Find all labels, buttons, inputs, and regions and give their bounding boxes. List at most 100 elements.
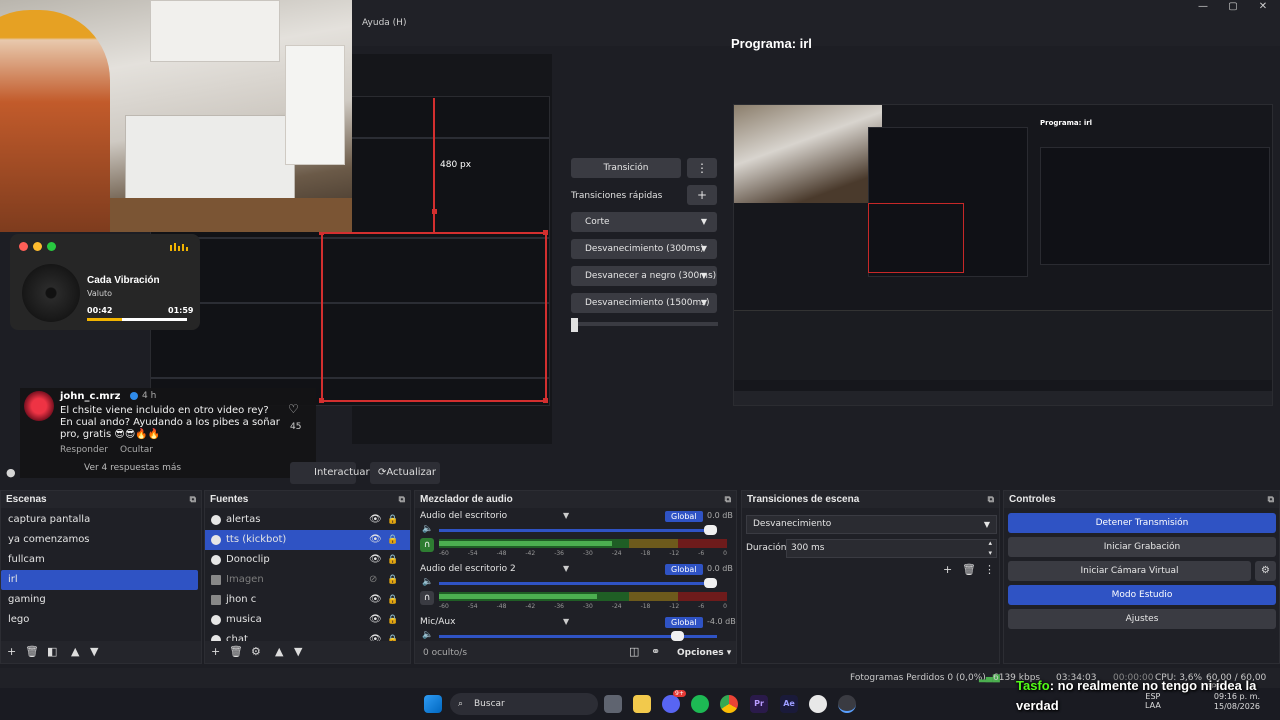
- task-view-icon[interactable]: [604, 695, 622, 713]
- scene-item[interactable]: fullcam: [1, 550, 201, 570]
- source-item[interactable]: alertas 👁 🔒: [205, 510, 410, 530]
- discord-icon[interactable]: [662, 695, 680, 713]
- volume-knob[interactable]: [704, 525, 717, 535]
- chevron-down-icon[interactable]: ▼: [90, 645, 98, 658]
- studio-mode-button[interactable]: Modo Estudio: [1008, 585, 1276, 605]
- quick-transition-cut[interactable]: Corte ▼: [571, 212, 717, 232]
- quick-transition-fade-300[interactable]: Desvanecimiento (300ms) ▼: [571, 239, 717, 259]
- add-icon[interactable]: +: [211, 645, 220, 658]
- settings-button[interactable]: Ajustes: [1008, 609, 1276, 629]
- dropped-frames: Fotogramas Perdidos 0 (0,0%): [850, 673, 986, 683]
- quick-transition-fade-black[interactable]: Desvanecer a negro (300ms) ▼: [571, 266, 717, 286]
- lock-icon[interactable]: 🔒: [387, 550, 398, 570]
- trash-icon[interactable]: 🗑: [962, 563, 976, 576]
- chevron-down-icon[interactable]: ▼: [294, 645, 302, 658]
- gear-icon[interactable]: ⚙: [1255, 561, 1276, 581]
- source-item[interactable]: Donoclip 👁 🔒: [205, 550, 410, 570]
- close-button[interactable]: ✕: [1246, 0, 1280, 16]
- add-quick-transition-icon[interactable]: +: [687, 185, 717, 205]
- eye-icon[interactable]: 👁: [369, 530, 382, 550]
- update-button[interactable]: ⟳Actualizar: [370, 462, 440, 484]
- options-button[interactable]: Opciones ▾: [677, 648, 731, 658]
- resize-handle[interactable]: [432, 209, 437, 214]
- gear-icon[interactable]: ⚙: [251, 645, 261, 658]
- add-icon[interactable]: +: [7, 645, 16, 658]
- scene-item[interactable]: lego: [1, 610, 201, 630]
- volume-knob[interactable]: [704, 578, 717, 588]
- scene-item-selected[interactable]: irl: [1, 570, 198, 590]
- premiere-icon[interactable]: Pr: [750, 695, 768, 713]
- chevron-down-icon[interactable]: ▼: [563, 511, 569, 520]
- headphones-icon[interactable]: ∩: [420, 591, 434, 605]
- file-explorer-icon[interactable]: [633, 695, 651, 713]
- source-item-hidden[interactable]: Imagen ⊘ 🔒: [205, 570, 410, 590]
- lock-icon[interactable]: 🔒: [387, 510, 398, 530]
- minimize-button[interactable]: —: [1186, 0, 1220, 16]
- scenes-footer: + 🗑 ◧ ▲ ▼: [1, 641, 201, 663]
- lock-icon[interactable]: 🔒: [387, 530, 398, 550]
- eye-off-icon[interactable]: ⊘: [369, 570, 377, 590]
- transition-menu-icon[interactable]: ⋮: [687, 158, 717, 178]
- menu-help[interactable]: Ayuda (H): [362, 18, 406, 28]
- search-box[interactable]: ⌕ Buscar: [450, 693, 598, 715]
- spotify-icon[interactable]: [691, 695, 709, 713]
- eye-icon[interactable]: 👁: [369, 550, 382, 570]
- resize-handle[interactable]: [543, 230, 548, 235]
- chevron-down-icon[interactable]: ▼: [563, 564, 569, 573]
- lock-icon[interactable]: 🔒: [387, 610, 398, 630]
- transition-button[interactable]: Transición: [571, 158, 681, 178]
- heart-icon[interactable]: ♡: [288, 402, 299, 416]
- chevron-down-icon[interactable]: ▼: [563, 617, 569, 626]
- eye-icon[interactable]: 👁: [369, 590, 382, 610]
- resize-handle[interactable]: [543, 398, 548, 403]
- volume-slider[interactable]: [439, 582, 717, 585]
- volume-knob[interactable]: [670, 631, 684, 641]
- maximize-button[interactable]: ▢: [1216, 0, 1250, 16]
- more-icon[interactable]: ⋮: [984, 563, 995, 576]
- scene-item[interactable]: captura pantalla: [1, 510, 201, 530]
- stepper-icon[interactable]: ▴ ▾: [988, 538, 992, 558]
- scene-item[interactable]: gaming: [1, 590, 201, 610]
- obs-active-icon[interactable]: [838, 695, 856, 713]
- hide-link[interactable]: Ocultar: [120, 445, 153, 455]
- chevron-up-icon[interactable]: ▲: [71, 645, 79, 658]
- reply-link[interactable]: Responder: [60, 445, 108, 455]
- undock-icon[interactable]: ⧉: [725, 491, 731, 508]
- source-item[interactable]: musica 👁 🔒: [205, 610, 410, 630]
- resize-handle[interactable]: [319, 398, 324, 403]
- stop-stream-button[interactable]: Detener Transmisión: [1008, 513, 1276, 533]
- t-bar-slider[interactable]: [571, 322, 718, 326]
- trash-icon[interactable]: 🗑: [25, 645, 39, 658]
- quick-transition-fade-1500[interactable]: Desvanecimiento (1500ms) ▼: [571, 293, 717, 313]
- obs-icon[interactable]: [809, 695, 827, 713]
- eye-icon[interactable]: 👁: [369, 510, 382, 530]
- volume-slider[interactable]: [439, 529, 717, 532]
- source-item[interactable]: jhon c 👁 🔒: [205, 590, 410, 610]
- undock-icon[interactable]: ⧉: [399, 491, 405, 508]
- lock-icon[interactable]: 🔒: [387, 570, 398, 590]
- lock-icon[interactable]: 🔒: [387, 590, 398, 610]
- undock-icon[interactable]: ⧉: [988, 491, 994, 508]
- chevron-up-icon[interactable]: ▲: [275, 645, 283, 658]
- scene-item[interactable]: ya comenzamos: [1, 530, 201, 550]
- layout-icon[interactable]: ◫: [629, 645, 639, 658]
- source-item-selected[interactable]: tts (kickbot) 👁 🔒: [205, 530, 410, 550]
- eye-icon[interactable]: 👁: [369, 610, 382, 630]
- virtual-camera-button[interactable]: Iniciar Cámara Virtual: [1008, 561, 1251, 581]
- interact-button[interactable]: Interactuar: [290, 462, 370, 484]
- link-icon[interactable]: ⚭: [651, 645, 660, 658]
- add-icon[interactable]: +: [943, 563, 952, 576]
- duration-field[interactable]: 300 ms ▴ ▾: [786, 539, 997, 558]
- t-bar-handle[interactable]: [571, 318, 578, 332]
- start-recording-button[interactable]: Iniciar Grabación: [1008, 537, 1276, 557]
- undock-icon[interactable]: ⧉: [190, 491, 196, 508]
- filter-icon[interactable]: ◧: [47, 645, 57, 658]
- headphones-icon[interactable]: ∩: [420, 538, 434, 552]
- chrome-icon[interactable]: [720, 695, 738, 713]
- windows-start-icon[interactable]: [424, 695, 442, 713]
- transition-select[interactable]: Desvanecimiento ▼: [746, 515, 997, 534]
- after-effects-icon[interactable]: Ae: [780, 695, 798, 713]
- trash-icon[interactable]: 🗑: [229, 645, 243, 658]
- undock-icon[interactable]: ⧉: [1268, 491, 1274, 508]
- mixer-channel: Mic/Aux ▼ Global -4.0 dB 🔈: [415, 614, 736, 644]
